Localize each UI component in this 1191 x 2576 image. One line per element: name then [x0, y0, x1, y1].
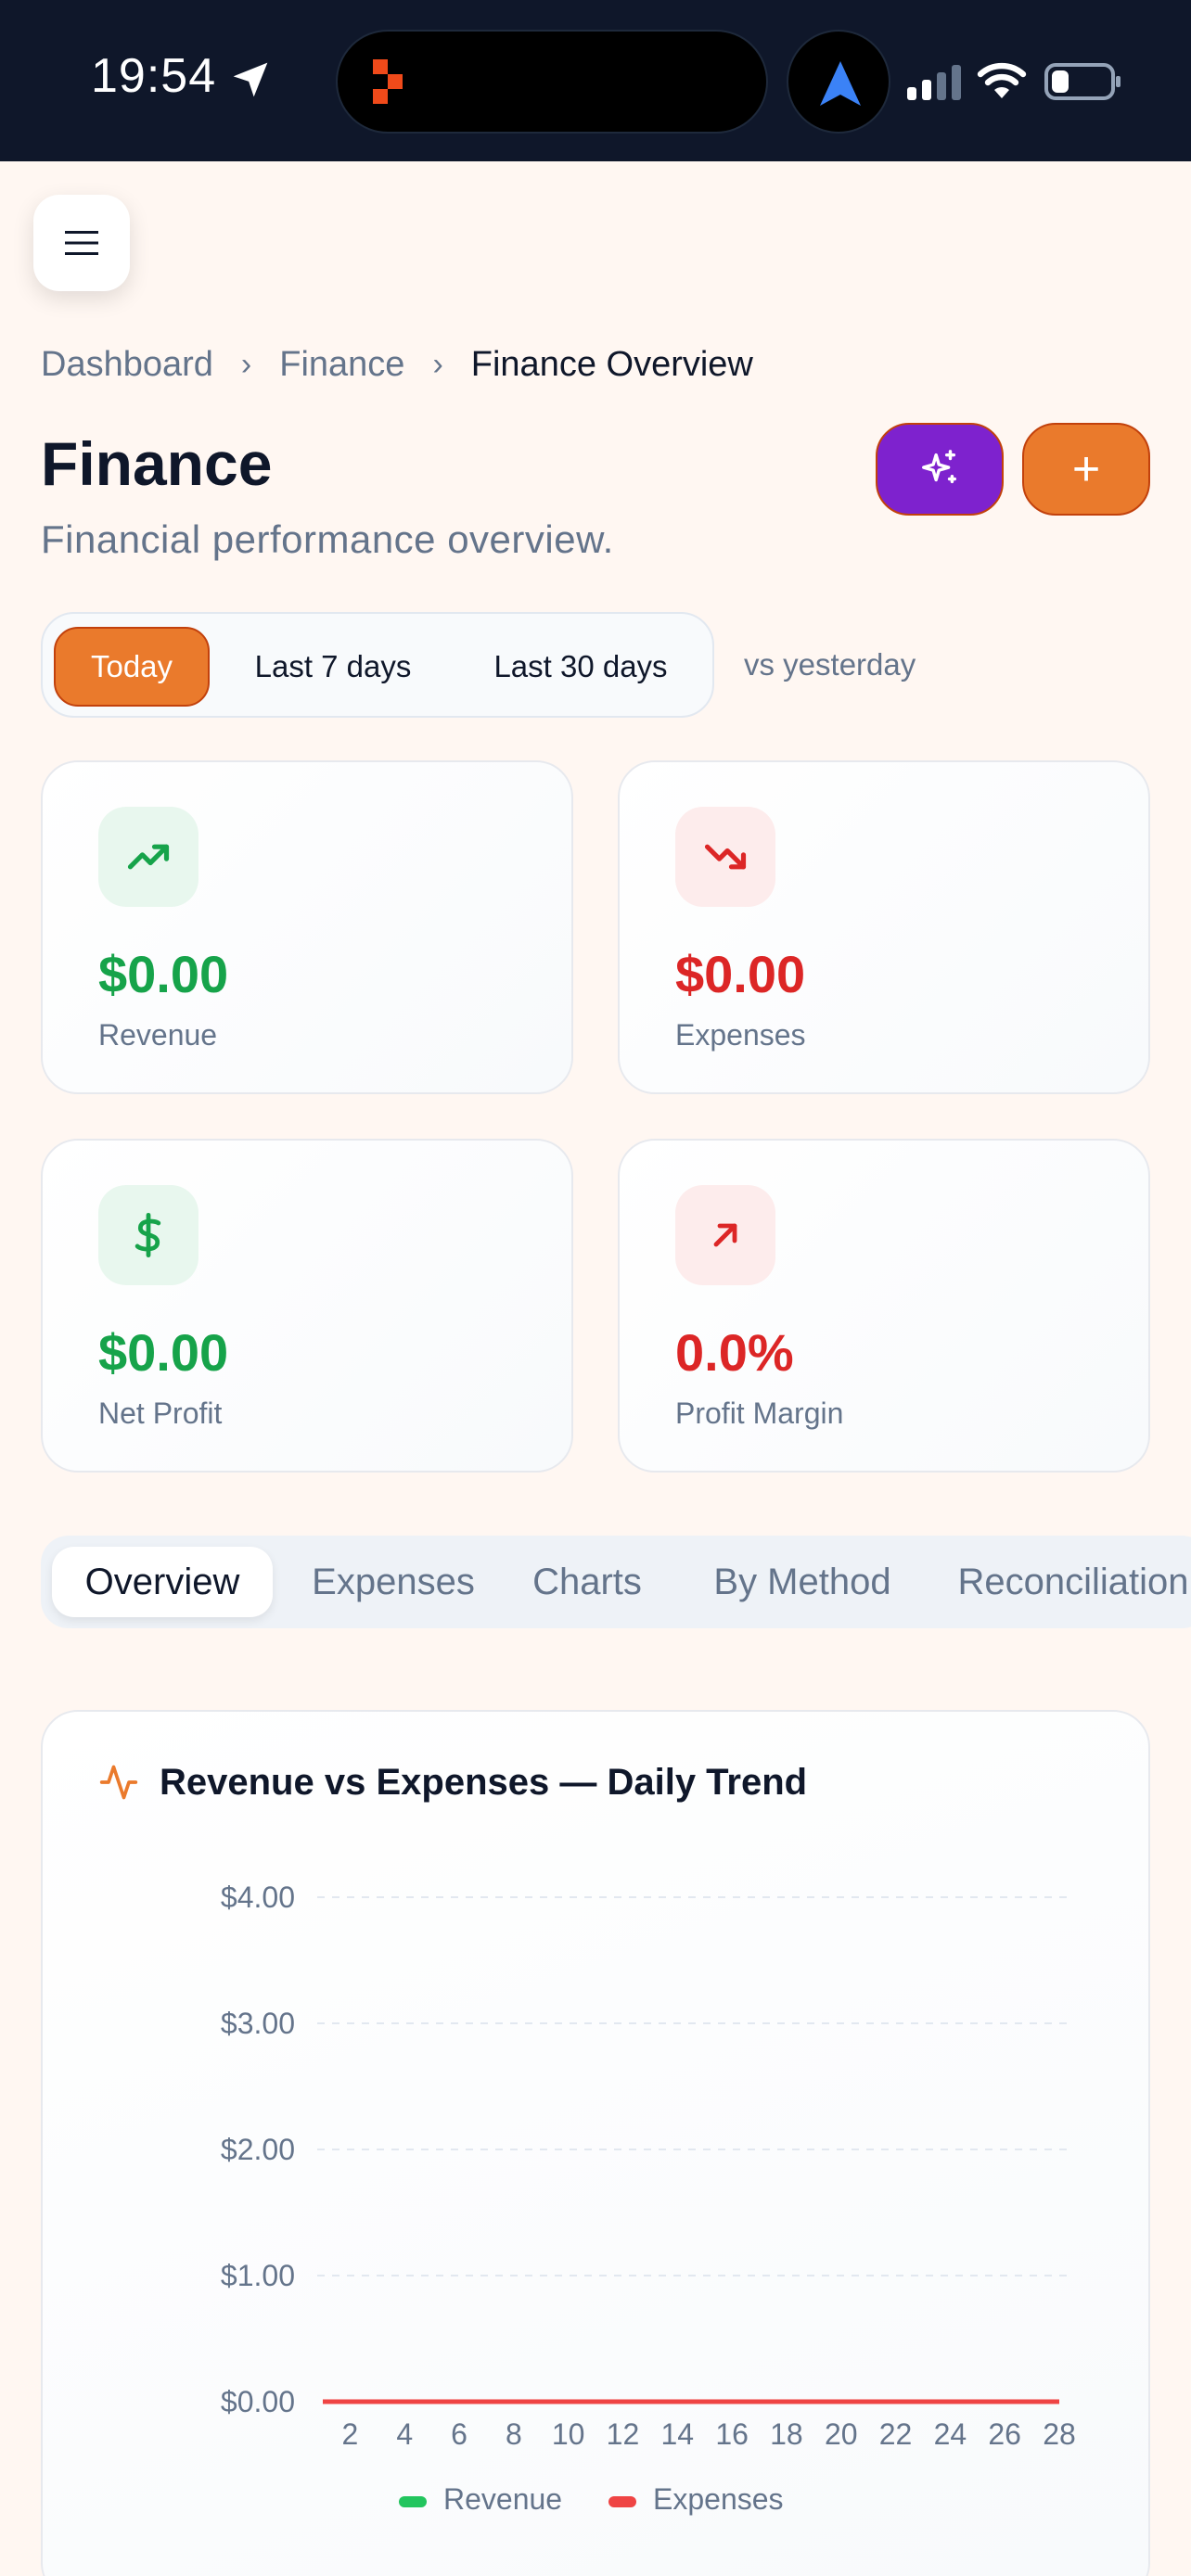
range-today[interactable]: Today: [54, 627, 210, 707]
stat-value: $0.00: [675, 945, 806, 1003]
tab-expenses[interactable]: Expenses: [289, 1547, 497, 1617]
range-last-7-days[interactable]: Last 7 days: [228, 627, 438, 707]
tab-charts[interactable]: Charts: [508, 1547, 666, 1617]
x-tick-label: 26: [988, 2417, 1021, 2451]
add-button[interactable]: +: [1022, 423, 1150, 516]
range-last-30-days[interactable]: Last 30 days: [458, 627, 703, 707]
stat-label: Net Profit: [98, 1396, 223, 1430]
stat-label: Expenses: [675, 1018, 806, 1052]
navigation-arrow-icon: [820, 61, 861, 106]
signal-icon: [907, 65, 961, 100]
x-tick-label: 12: [607, 2417, 640, 2451]
breadcrumb-current: Finance Overview: [470, 345, 753, 384]
tab-by-method[interactable]: By Method: [677, 1547, 928, 1617]
line-chart: $0.00$1.00$2.00$3.00$4.002 4 6 8 10 12 14 16 18 2…: [221, 1881, 1076, 2516]
arrow-up-right-icon: [675, 1185, 775, 1285]
x-tick-label: 20: [825, 2417, 858, 2451]
status-bar: 19:54: [0, 0, 1191, 161]
legend-swatch-expenses: [608, 2496, 636, 2507]
x-tick-label: 14: [660, 2417, 694, 2451]
tab-overview[interactable]: Overview: [52, 1547, 273, 1617]
breadcrumb: Dashboard › Finance › Finance Overview: [41, 345, 753, 385]
menu-button[interactable]: [33, 195, 130, 291]
x-tick-label: 6: [451, 2417, 467, 2451]
x-tick-label: 16: [715, 2417, 749, 2451]
status-time: 19:54: [91, 49, 217, 103]
y-tick-label: $2.00: [221, 2133, 295, 2166]
page-title: Finance: [41, 429, 273, 498]
date-range-selector: Today Last 7 days Last 30 days: [41, 612, 714, 718]
x-tick-label: 22: [879, 2417, 913, 2451]
y-tick-label: $3.00: [221, 2007, 295, 2040]
tab-reconciliation[interactable]: Reconciliation: [939, 1547, 1191, 1617]
x-tick-label: 10: [552, 2417, 585, 2451]
stat-card-net-profit: $0.00 Net Profit: [41, 1139, 573, 1473]
x-tick-label: 4: [396, 2417, 413, 2451]
plus-icon: +: [1071, 442, 1101, 496]
breadcrumb-finance[interactable]: Finance: [279, 345, 404, 385]
wifi-icon: [977, 62, 1027, 98]
stat-value: $0.00: [98, 945, 229, 1003]
stat-label: Revenue: [98, 1018, 218, 1052]
y-tick-label: $4.00: [221, 1881, 295, 1914]
y-tick-label: $1.00: [221, 2259, 295, 2292]
revenue-expenses-chart-card: Revenue vs Expenses — Daily Trend $0.00 $…: [41, 1710, 1150, 2576]
page-subtitle: Financial performance overview.: [41, 517, 614, 561]
location-arrow-icon: [233, 62, 268, 97]
app-activity-icon: [373, 59, 403, 104]
x-tick-label: 18: [770, 2417, 803, 2451]
stat-value: 0.0%: [675, 1323, 794, 1382]
x-tick-label: 28: [1043, 2417, 1076, 2451]
dollar-icon: [98, 1185, 198, 1285]
trending-down-icon: [675, 807, 775, 907]
stat-card-profit-margin: 0.0% Profit Margin: [618, 1139, 1150, 1473]
stat-card-revenue: $0.00 Revenue: [41, 760, 573, 1094]
stat-label: Profit Margin: [675, 1396, 844, 1430]
sparkles-icon: [922, 450, 957, 484]
x-tick-label: 2: [342, 2417, 359, 2451]
y-tick-label: $0.00: [221, 2385, 295, 2418]
breadcrumb-dashboard[interactable]: Dashboard: [41, 345, 213, 385]
battery-icon: [1044, 63, 1121, 100]
section-tabs: Overview Expenses Charts By Method Recon…: [41, 1536, 1191, 1628]
legend-label-revenue: Revenue: [443, 2482, 562, 2516]
legend-label-expenses: Expenses: [653, 2482, 784, 2516]
chevron-right-icon: ›: [240, 347, 252, 382]
stat-card-expenses: $0.00 Expenses: [618, 760, 1150, 1094]
trending-up-icon: [98, 807, 198, 907]
stat-value: $0.00: [98, 1323, 229, 1382]
hamburger-icon: [65, 231, 98, 255]
x-tick-label: 8: [506, 2417, 522, 2451]
ai-insights-button[interactable]: [876, 423, 1004, 516]
navigation-activity: [787, 30, 890, 134]
comparison-label: vs yesterday: [744, 647, 916, 682]
legend-swatch-revenue: [399, 2496, 427, 2507]
x-tick-label: 24: [934, 2417, 967, 2451]
chevron-right-icon: ›: [432, 347, 443, 382]
